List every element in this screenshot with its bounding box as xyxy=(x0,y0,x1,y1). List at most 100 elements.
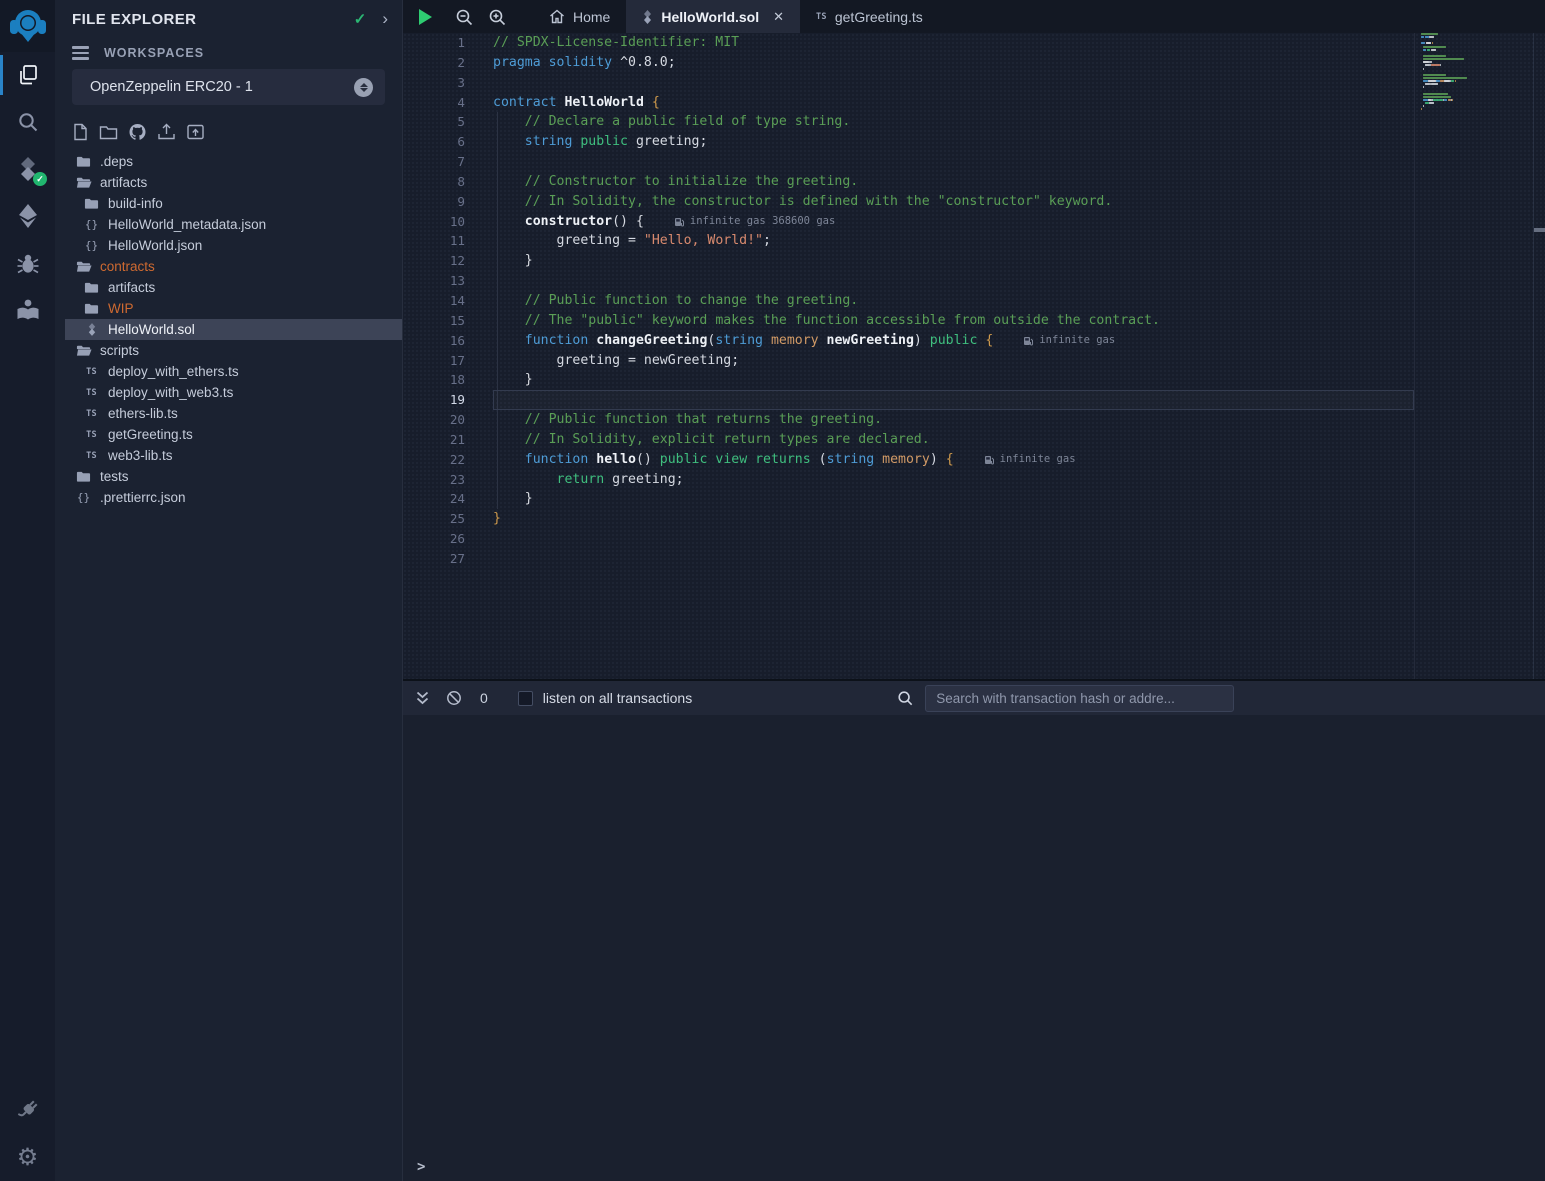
folder-closed-icon xyxy=(75,155,92,168)
close-tab-icon[interactable]: ✕ xyxy=(773,9,784,25)
workspaces-menu-icon[interactable] xyxy=(72,46,89,59)
code-line-3[interactable]: 3 xyxy=(403,73,1414,93)
tree-item-helloworld-json[interactable]: {}HelloWorld.json xyxy=(65,235,402,256)
new-file-button[interactable] xyxy=(72,123,89,141)
code-line-22[interactable]: 22 function hello() public view returns … xyxy=(403,450,1414,470)
sidebar-item-debugger[interactable] xyxy=(0,239,55,286)
line-content xyxy=(475,549,493,569)
code-line-15[interactable]: 15 // The "public" keyword makes the fun… xyxy=(403,311,1414,331)
line-content: greeting = "Hello, World!"; xyxy=(475,231,771,251)
listen-transactions-label: listen on all transactions xyxy=(543,690,692,706)
tree-item-build-info[interactable]: build-info xyxy=(65,193,402,214)
tab-helloworld-sol[interactable]: HelloWorld.sol ✕ xyxy=(626,0,800,33)
tree-item-label: HelloWorld.sol xyxy=(108,322,195,337)
code-line-9[interactable]: 9 // In Solidity, the constructor is def… xyxy=(403,192,1414,212)
tree-item-wip[interactable]: WIP xyxy=(65,298,402,319)
terminal-collapse-button[interactable] xyxy=(415,690,430,706)
tree-item--deps[interactable]: .deps xyxy=(65,151,402,172)
tree-item-label: deploy_with_web3.ts xyxy=(108,385,233,400)
tree-item-web3-lib-ts[interactable]: TSweb3-lib.ts xyxy=(65,445,402,466)
code-line-21[interactable]: 21 // In Solidity, explicit return types… xyxy=(403,430,1414,450)
minimap-line xyxy=(1421,36,1512,38)
sidebar-item-learneth[interactable] xyxy=(0,286,55,333)
minimap-line xyxy=(1421,86,1512,88)
code-line-18[interactable]: 18 } xyxy=(403,370,1414,390)
tree-item-ethers-lib-ts[interactable]: TSethers-lib.ts xyxy=(65,403,402,424)
github-clone-button[interactable] xyxy=(128,123,147,141)
tree-item-helloworld-metadata-json[interactable]: {}HelloWorld_metadata.json xyxy=(65,214,402,235)
line-content: string public greeting; xyxy=(475,132,707,152)
minimap[interactable] xyxy=(1421,33,1512,118)
terminal-bar: 0 listen on all transactions xyxy=(403,679,1545,715)
upload-file-button[interactable] xyxy=(157,123,176,141)
remix-logo[interactable] xyxy=(0,0,55,52)
terminal-search-input[interactable] xyxy=(925,685,1234,712)
code-lines: 1// SPDX-License-Identifier: MIT2pragma … xyxy=(403,33,1414,569)
code-line-11[interactable]: 11 greeting = "Hello, World!"; xyxy=(403,231,1414,251)
run-script-button[interactable] xyxy=(403,0,447,33)
tab-getgreeting-ts[interactable]: TS getGreeting.ts xyxy=(800,0,939,33)
code-line-26[interactable]: 26 xyxy=(403,529,1414,549)
tree-item-getgreeting-ts[interactable]: TSgetGreeting.ts xyxy=(65,424,402,445)
code-line-1[interactable]: 1// SPDX-License-Identifier: MIT xyxy=(403,33,1414,53)
new-folder-button[interactable] xyxy=(99,123,118,141)
line-number: 7 xyxy=(403,152,475,172)
minimap-line xyxy=(1421,112,1512,114)
load-folder-button[interactable] xyxy=(186,123,205,141)
tree-item--prettierrc-json[interactable]: {}.prettierrc.json xyxy=(65,487,402,508)
zoom-out-button[interactable] xyxy=(447,0,480,33)
code-line-16[interactable]: 16 function changeGreeting(string memory… xyxy=(403,331,1414,351)
code-line-14[interactable]: 14 // Public function to change the gree… xyxy=(403,291,1414,311)
minimap-line xyxy=(1421,61,1512,63)
code-editor[interactable]: 1// SPDX-License-Identifier: MIT2pragma … xyxy=(403,33,1545,679)
line-number: 11 xyxy=(403,231,475,251)
workspace-select[interactable]: OpenZeppelin ERC20 - 1 xyxy=(72,69,385,105)
sidebar-item-settings[interactable]: ⚙ xyxy=(0,1134,55,1181)
zoom-in-button[interactable] xyxy=(480,0,513,33)
editor-rail-divider xyxy=(1414,33,1415,679)
tree-item-label: .deps xyxy=(100,154,133,169)
code-line-5[interactable]: 5 // Declare a public field of type stri… xyxy=(403,112,1414,132)
tree-item-tests[interactable]: tests xyxy=(65,466,402,487)
listen-transactions-checkbox[interactable] xyxy=(518,691,533,706)
code-line-4[interactable]: 4contract HelloWorld { xyxy=(403,93,1414,113)
tab-home[interactable]: Home xyxy=(533,0,626,33)
sidebar-item-deploy-run[interactable] xyxy=(0,192,55,239)
tree-item-helloworld-sol[interactable]: HelloWorld.sol xyxy=(65,319,402,340)
code-line-6[interactable]: 6 string public greeting; xyxy=(403,132,1414,152)
tree-item-scripts[interactable]: scripts xyxy=(65,340,402,361)
tree-item-deploy-with-web3-ts[interactable]: TSdeploy_with_web3.ts xyxy=(65,382,402,403)
code-line-10[interactable]: 10 constructor() {infinite gas 368600 ga… xyxy=(403,212,1414,232)
tree-item-contracts[interactable]: contracts xyxy=(65,256,402,277)
sidebar-item-file-explorer[interactable] xyxy=(0,52,55,98)
code-line-27[interactable]: 27 xyxy=(403,549,1414,569)
line-number: 6 xyxy=(403,132,475,152)
code-line-24[interactable]: 24 } xyxy=(403,489,1414,509)
code-line-2[interactable]: 2pragma solidity ^0.8.0; xyxy=(403,53,1414,73)
code-line-12[interactable]: 12 } xyxy=(403,251,1414,271)
code-line-13[interactable]: 13 xyxy=(403,271,1414,291)
tree-item-artifacts[interactable]: artifacts xyxy=(65,277,402,298)
sidebar-item-solidity-compiler[interactable]: ✓ xyxy=(0,145,55,192)
clear-console-button[interactable] xyxy=(446,690,462,706)
code-line-19[interactable]: 19 xyxy=(403,390,1414,410)
line-content: } xyxy=(475,251,533,271)
sidebar-item-search[interactable] xyxy=(0,98,55,145)
tree-item-deploy-with-ethers-ts[interactable]: TSdeploy_with_ethers.ts xyxy=(65,361,402,382)
code-line-20[interactable]: 20 // Public function that returns the g… xyxy=(403,410,1414,430)
code-line-17[interactable]: 17 greeting = newGreeting; xyxy=(403,351,1414,371)
code-line-23[interactable]: 23 return greeting; xyxy=(403,470,1414,490)
code-line-7[interactable]: 7 xyxy=(403,152,1414,172)
zoom-out-icon xyxy=(455,8,473,26)
search-icon xyxy=(16,110,40,134)
learneth-icon xyxy=(15,298,41,322)
chevron-right-icon[interactable]: › xyxy=(382,12,388,26)
terminal-output[interactable]: > xyxy=(403,715,1545,1181)
solidity-icon xyxy=(83,323,100,336)
code-line-25[interactable]: 25} xyxy=(403,509,1414,529)
minimap-line xyxy=(1421,58,1512,60)
plug-icon xyxy=(16,1099,39,1122)
code-line-8[interactable]: 8 // Constructor to initialize the greet… xyxy=(403,172,1414,192)
sidebar-item-plugin-manager[interactable] xyxy=(0,1087,55,1134)
tree-item-artifacts[interactable]: artifacts xyxy=(65,172,402,193)
